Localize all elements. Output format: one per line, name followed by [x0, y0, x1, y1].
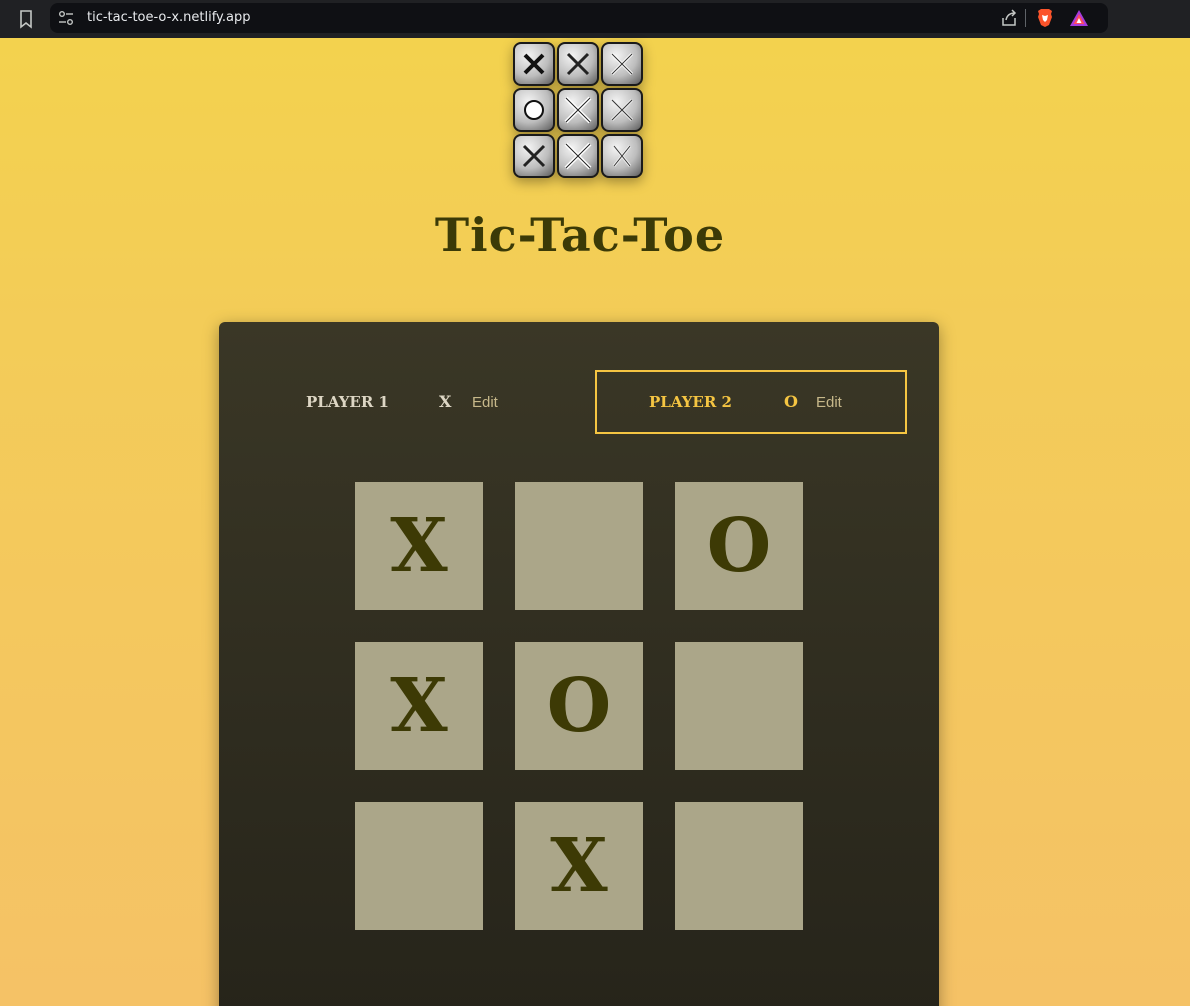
player-1-symbol: X [439, 392, 452, 411]
board-cell-2-2[interactable] [675, 802, 803, 930]
board-cell-0-1[interactable] [515, 482, 643, 610]
game-panel: PLAYER 1 X Edit PLAYER 2 O Edit X O X O … [219, 322, 939, 1006]
board-cell-0-0[interactable]: X [355, 482, 483, 610]
site-settings-icon[interactable] [58, 10, 74, 26]
board-cell-1-1[interactable]: O [515, 642, 643, 770]
board-cell-1-0[interactable]: X [355, 642, 483, 770]
tic-tac-toe-logo-icon [513, 42, 643, 180]
url-text[interactable]: tic-tac-toe-o-x.netlify.app [87, 10, 251, 25]
brave-rewards-icon[interactable] [1069, 9, 1089, 27]
bookmark-icon[interactable] [18, 9, 34, 29]
player-1-name: PLAYER 1 [306, 393, 389, 411]
player-2-name: PLAYER 2 [649, 393, 732, 411]
brave-shields-icon[interactable] [1036, 8, 1054, 28]
board-cell-2-0[interactable] [355, 802, 483, 930]
browser-chrome: tic-tac-toe-o-x.netlify.app [0, 0, 1190, 38]
address-bar[interactable]: tic-tac-toe-o-x.netlify.app [50, 3, 1108, 33]
toolbar-separator [1025, 9, 1026, 27]
board-cell-2-1[interactable]: X [515, 802, 643, 930]
player-2-symbol: O [784, 392, 798, 411]
share-icon[interactable] [1000, 9, 1018, 27]
player-2-edit-button[interactable]: Edit [816, 394, 842, 411]
game-board: X O X O X [355, 482, 803, 930]
page: Tic-Tac-Toe PLAYER 1 X Edit PLAYER 2 O E… [0, 38, 1190, 1006]
player-1-card: PLAYER 1 X Edit [267, 370, 579, 434]
page-title: Tic-Tac-Toe [434, 208, 726, 262]
board-cell-0-2[interactable]: O [675, 482, 803, 610]
player-1-edit-button[interactable]: Edit [472, 394, 498, 411]
board-cell-1-2[interactable] [675, 642, 803, 770]
player-2-card-active: PLAYER 2 O Edit [595, 370, 907, 434]
